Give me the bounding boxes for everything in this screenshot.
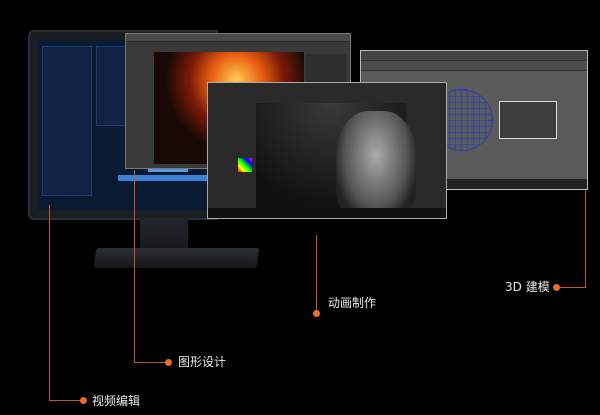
callout-line [49, 205, 50, 401]
dialog-panel [499, 101, 557, 139]
monitor-base [93, 248, 260, 268]
callout-dot [165, 359, 172, 366]
timeline-clip [118, 175, 208, 181]
callout-dot [313, 310, 320, 317]
callout-line [585, 190, 586, 288]
label-3d-modeling: 3D 建模 [505, 280, 550, 294]
taskbar [208, 208, 446, 218]
menu-bar [361, 51, 587, 61]
callout-line [134, 362, 168, 363]
label-graphic-design: 图形设计 [178, 355, 227, 369]
callout-line [49, 400, 83, 401]
monitor-stand [140, 218, 188, 250]
callout-line [316, 235, 317, 311]
shelf-bar [361, 61, 587, 71]
sculpt-model [336, 111, 416, 218]
menu-bar [126, 34, 350, 42]
zbrush-window [207, 82, 447, 219]
callout-line [557, 287, 586, 288]
label-video-editing: 视频编辑 [92, 394, 141, 408]
callout-line [134, 170, 135, 363]
callout-dot [553, 284, 560, 291]
panel [96, 46, 126, 126]
callout-dot [80, 397, 87, 404]
panel [42, 46, 92, 196]
label-animation: 动画制作 [328, 296, 377, 310]
color-picker [238, 158, 252, 172]
viewport [256, 103, 416, 218]
